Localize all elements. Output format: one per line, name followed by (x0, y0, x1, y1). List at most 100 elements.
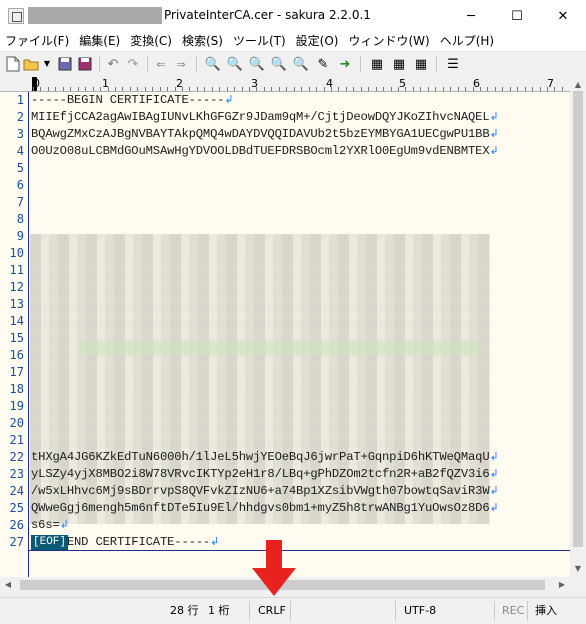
toolbar-separator (436, 56, 437, 72)
code-line-text: O0UzO08uLCBMdGOuMSAwHgYDVOOLDBdTUEFDRSBO… (31, 144, 490, 158)
outline-icon[interactable]: ▦ (368, 55, 386, 73)
tag-jump-icon[interactable]: ➜ (336, 55, 354, 73)
status-encoding[interactable]: UTF-8 (404, 602, 436, 620)
ruler-tick (100, 87, 101, 91)
ruler-tick (435, 87, 436, 91)
code-line-text: s6s= (31, 518, 60, 532)
line-number: 2 (16, 110, 24, 124)
open-dropdown-icon[interactable]: ▼ (38, 55, 56, 73)
eol-mark-icon: ↲ (489, 146, 499, 158)
ruler-tick (40, 87, 41, 91)
compare-icon[interactable]: ▦ (390, 55, 408, 73)
redo-icon[interactable]: ↷ (124, 55, 142, 73)
ruler-tick (234, 87, 235, 91)
app-icon[interactable] (8, 8, 24, 24)
find-icon[interactable]: 🔍 (204, 55, 222, 73)
ruler-tick (398, 87, 399, 91)
ruler-tick (324, 87, 325, 91)
ruler-tick (264, 87, 265, 91)
ruler-tick (204, 87, 205, 91)
ruler-tick (85, 87, 86, 91)
ruler-tick (152, 87, 153, 91)
redacted-title-region (28, 7, 162, 24)
ruler-tick (405, 87, 406, 91)
ruler-tick (242, 87, 243, 91)
code-line: BQAwgZMxCzAJBgNVBAYTAkpQMQ4wDAYDVQQIDAVU… (31, 126, 499, 144)
save-as-icon[interactable] (76, 55, 94, 73)
ruler-tick (219, 87, 220, 91)
ruler-tick (562, 87, 563, 91)
status-insert-mode[interactable]: 挿入 (535, 602, 557, 620)
ruler-tick (78, 87, 79, 91)
ruler-tick (316, 87, 317, 91)
menu-help[interactable]: ヘルプ(H) (435, 32, 499, 51)
ruler-tick (271, 87, 272, 91)
eol-mark-icon: ↲ (224, 95, 234, 107)
menu-tools[interactable]: ツール(T) (228, 32, 291, 51)
menu-file[interactable]: ファイル(F) (0, 32, 74, 51)
ruler-tick (420, 87, 421, 91)
scroll-left-icon[interactable]: ◀ (0, 577, 16, 593)
status-line: 28 行 (170, 604, 199, 617)
status-eol[interactable]: CRLF (258, 602, 286, 620)
replace-icon[interactable]: 🔍 (270, 55, 288, 73)
ruler-tick (48, 87, 49, 91)
menu-window[interactable]: ウィンドウ(W) (343, 32, 434, 51)
scroll-right-icon[interactable]: ▶ (554, 577, 570, 593)
ruler-tick (108, 87, 109, 91)
menu-settings[interactable]: 設定(O) (291, 32, 344, 51)
editor-area[interactable]: 0 1 2 3 4 5 6 7 1 -----BEGIN CERTIFICATE-… (0, 77, 586, 577)
eol-mark-icon: ↲ (489, 129, 499, 141)
minimize-button[interactable]: ─ (448, 0, 494, 32)
ruler-tick (160, 87, 161, 91)
menu-search[interactable]: 検索(S) (177, 32, 228, 51)
find-next-icon[interactable]: 🔍 (248, 55, 266, 73)
mark-icon[interactable]: ✎ (314, 55, 332, 73)
line-number: 4 (16, 144, 24, 158)
code-line-text: MIIEfjCCA2agAwIBAgIUNvLKhGFGZr9JDam9qM+/… (31, 110, 490, 124)
code-line-text: yLSZy4yjX8MBO2i8W78VRvcIKTYp2eH1r8/LBq+g… (31, 467, 490, 481)
window-title: PrivateInterCA.cer - sakura 2.2.0.1 (164, 8, 371, 22)
status-separator (395, 601, 396, 621)
save-icon[interactable] (56, 55, 74, 73)
jump-back-icon[interactable]: ⇐ (152, 55, 170, 73)
ruler-tick (294, 87, 295, 91)
line-number: 20 (9, 416, 24, 430)
eol-mark-icon: ↲ (489, 452, 499, 464)
settings-icon[interactable]: ☰ (444, 55, 462, 73)
grep-icon[interactable]: 🔍 (292, 55, 310, 73)
ruler-tick (502, 87, 503, 91)
code-line: s6s=↲ (31, 517, 69, 535)
ruler: 0 1 2 3 4 5 6 7 (0, 77, 570, 92)
ruler-tick (189, 87, 190, 91)
ruler-tick (256, 87, 257, 91)
toolbar-separator (360, 56, 361, 72)
vertical-scroll-thumb[interactable] (573, 91, 583, 547)
eol-mark-icon: ↲ (489, 112, 499, 124)
ruler-tick (70, 87, 71, 91)
split-icon[interactable]: ▦ (412, 55, 430, 73)
code-line: /w5xLHhvc6Mj9sBDrrvpS8QVFvkZIzNU6+a74Bp1… (31, 483, 499, 501)
code-line-text: /w5xLHhvc6Mj9sBDrrvpS8QVFvkZIzNU6+a74Bp1… (31, 484, 490, 498)
close-button[interactable]: ✕ (540, 0, 586, 32)
scroll-down-icon[interactable]: ▼ (570, 561, 586, 577)
menu-edit[interactable]: 編集(E) (74, 32, 125, 51)
new-file-icon[interactable] (4, 55, 22, 73)
line-number: 24 (9, 484, 24, 498)
ruler-tick (413, 87, 414, 91)
ruler-tick (353, 87, 354, 91)
ruler-tick (465, 87, 466, 91)
ruler-tick (346, 87, 347, 91)
find-prev-icon[interactable]: 🔍 (226, 55, 244, 73)
status-column: 1 桁 (208, 604, 230, 617)
ruler-tick (540, 87, 541, 91)
ruler-tick (63, 87, 64, 91)
menu-convert[interactable]: 変換(C) (125, 32, 177, 51)
undo-icon[interactable]: ↶ (104, 55, 122, 73)
line-number: 17 (9, 365, 24, 379)
jump-forward-icon[interactable]: ⇒ (172, 55, 190, 73)
eof-marker: [EOF] (31, 535, 69, 550)
vertical-scrollbar[interactable]: ▲ ▼ (570, 77, 586, 577)
maximize-button[interactable]: ☐ (494, 0, 540, 32)
status-separator (494, 601, 495, 621)
